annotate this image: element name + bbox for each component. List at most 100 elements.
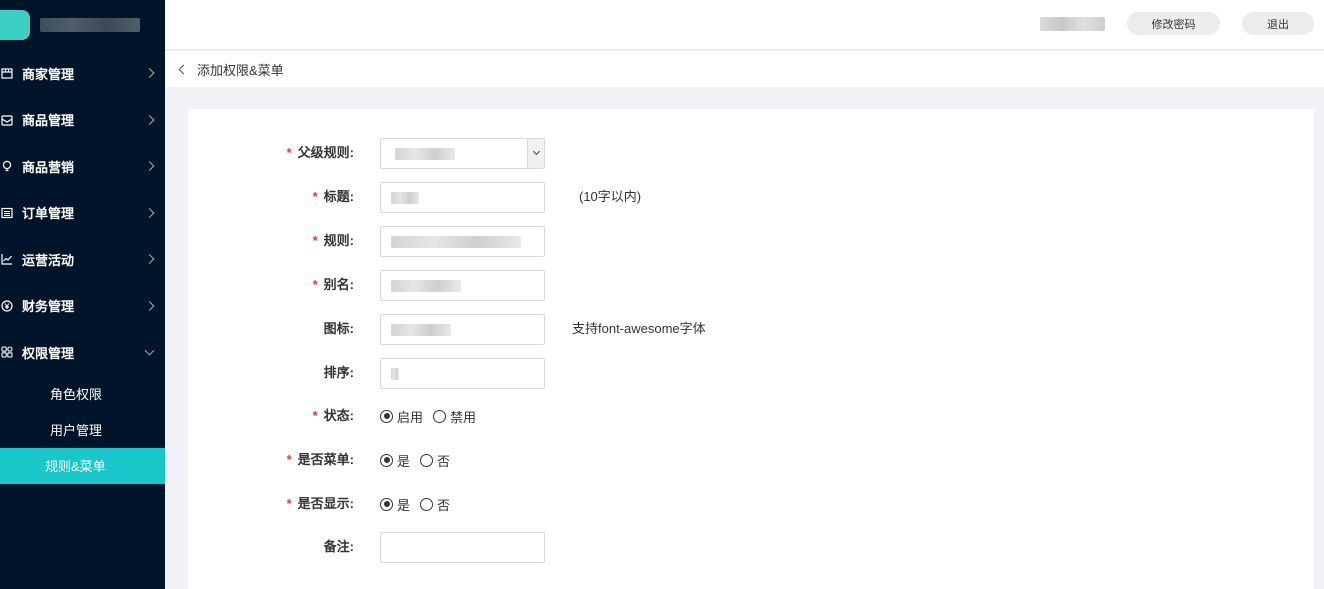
- sidebar: 商家管理 商品管理 商品营销 订单管理 运营活动 财务管理 权限管理 角色权限 …: [0, 0, 165, 589]
- icon-hint: 支持font-awesome字体: [572, 321, 706, 336]
- radio-label: 否: [437, 497, 451, 513]
- sidebar-menu: 商家管理 商品管理 商品营销 订单管理 运营活动 财务管理 权限管理: [0, 50, 165, 376]
- required-mark: *: [286, 452, 292, 467]
- sidebar-item-orders[interactable]: 订单管理: [0, 190, 165, 237]
- sidebar-subitem-rules-menu[interactable]: 规则&菜单: [0, 447, 165, 484]
- logo-text-blurred: [40, 18, 140, 32]
- radio-checked-icon: [380, 453, 393, 467]
- title-label: 标题:: [323, 189, 354, 204]
- sidebar-item-merchant[interactable]: 商家管理: [0, 50, 165, 97]
- page-title: 添加权限&菜单: [197, 62, 284, 78]
- radio-unchecked-icon: [420, 453, 434, 467]
- sidebar-item-permissions[interactable]: 权限管理: [0, 329, 165, 376]
- is-menu-radio-yes[interactable]: 是: [380, 451, 410, 470]
- required-mark: *: [286, 145, 292, 160]
- breadcrumb: 添加权限&菜单: [165, 51, 1324, 87]
- form-row-parent-rule: * 父级规则:: [188, 137, 1314, 169]
- alias-label: 别名:: [323, 277, 354, 292]
- form-label: * 别名:: [188, 269, 354, 301]
- change-password-button[interactable]: 修改密码: [1127, 12, 1220, 35]
- select-dropdown-button[interactable]: [527, 138, 544, 168]
- chart-line-icon: [0, 252, 14, 266]
- sidebar-subitem-role-permissions[interactable]: 角色权限: [0, 376, 165, 412]
- form-row-remark: 备注:: [188, 531, 1314, 563]
- radio-label: 否: [437, 453, 451, 469]
- form-label: 备注:: [188, 531, 354, 563]
- sort-input[interactable]: [380, 357, 545, 389]
- remark-input[interactable]: [380, 531, 545, 563]
- sort-label: 排序:: [323, 365, 354, 380]
- radio-unchecked-icon: [420, 497, 434, 511]
- rule-input[interactable]: [380, 225, 545, 257]
- radio-checked-icon: [380, 497, 393, 511]
- form-row-status: * 状态: 启用 禁用: [188, 400, 1314, 432]
- chevron-right-icon: [144, 300, 155, 311]
- box-icon: [0, 113, 14, 127]
- parent-rule-select[interactable]: [380, 137, 545, 169]
- form-label: * 是否菜单:: [188, 444, 354, 476]
- sidebar-item-label: 运营活动: [22, 252, 75, 268]
- form-label: * 状态:: [188, 400, 354, 432]
- list-icon: [0, 206, 14, 220]
- alias-input[interactable]: [380, 269, 545, 301]
- form-row-alias: * 别名:: [188, 269, 1314, 301]
- radio-label: 禁用: [450, 409, 477, 425]
- status-radio-disabled[interactable]: 禁用: [433, 407, 476, 426]
- input-value-blurred: [391, 279, 461, 292]
- logo: [0, 0, 165, 50]
- sidebar-item-label: 订单管理: [22, 206, 75, 222]
- sidebar-item-label: 商家管理: [22, 66, 75, 82]
- parent-rule-label: 父级规则:: [297, 145, 354, 160]
- is-display-radio-group: 是 否: [380, 488, 460, 520]
- radio-unchecked-icon: [433, 409, 447, 423]
- username-blurred: [1040, 17, 1105, 31]
- form-row-title: * 标题: (10字以内): [188, 181, 1314, 213]
- logo-mark: [0, 10, 30, 40]
- is-display-label: 是否显示:: [297, 496, 354, 511]
- form-row-is-display: * 是否显示: 是 否: [188, 488, 1314, 520]
- icon-label: 图标:: [323, 321, 354, 336]
- rule-label: 规则:: [323, 233, 354, 248]
- form-row-icon: 图标: 支持font-awesome字体: [188, 313, 1314, 345]
- form-row-rule: * 规则:: [188, 225, 1314, 257]
- radio-label: 启用: [397, 409, 424, 425]
- shop-icon: [0, 66, 14, 80]
- icon-input[interactable]: [380, 313, 545, 345]
- form-label: * 父级规则:: [188, 137, 354, 169]
- radio-checked-icon: [380, 409, 393, 423]
- sidebar-subitem-user-management[interactable]: 用户管理: [0, 412, 165, 448]
- is-display-radio-yes[interactable]: 是: [380, 495, 410, 514]
- back-arrow-icon[interactable]: [178, 64, 189, 74]
- is-menu-radio-no[interactable]: 否: [420, 451, 450, 470]
- status-radio-group: 启用 禁用: [380, 400, 486, 432]
- form-card: * 父级规则: * 标题: (10字以内) * 规则: * 别名: 图标: 支持font…: [188, 109, 1314, 589]
- form-label: * 规则:: [188, 225, 354, 257]
- title-input[interactable]: [380, 181, 545, 213]
- input-value-blurred: [391, 323, 451, 336]
- chevron-right-icon: [144, 254, 155, 265]
- remark-label: 备注:: [323, 539, 354, 554]
- required-mark: *: [312, 233, 318, 248]
- is-display-radio-no[interactable]: 否: [420, 495, 450, 514]
- sidebar-item-finance[interactable]: 财务管理: [0, 283, 165, 330]
- status-radio-enabled[interactable]: 启用: [380, 407, 423, 426]
- sidebar-item-activities[interactable]: 运营活动: [0, 236, 165, 283]
- required-mark: *: [312, 408, 318, 423]
- sidebar-item-products[interactable]: 商品管理: [0, 97, 165, 144]
- form-label: 排序:: [188, 357, 354, 389]
- logout-button[interactable]: 退出: [1242, 12, 1314, 35]
- sidebar-item-label: 财务管理: [22, 299, 75, 315]
- lightbulb-icon: [0, 159, 14, 173]
- is-menu-radio-group: 是 否: [380, 444, 460, 476]
- input-value-blurred: [391, 235, 521, 248]
- required-mark: *: [312, 277, 318, 292]
- chevron-right-icon: [144, 161, 155, 172]
- input-value-blurred: [391, 367, 399, 380]
- chevron-right-icon: [144, 68, 155, 79]
- form-label: * 是否显示:: [188, 488, 354, 520]
- yen-circle-icon: [0, 299, 14, 313]
- sidebar-item-label: 商品管理: [22, 113, 75, 129]
- form-label: * 标题:: [188, 181, 354, 213]
- grid-icon: [0, 345, 14, 359]
- sidebar-item-marketing[interactable]: 商品营销: [0, 143, 165, 190]
